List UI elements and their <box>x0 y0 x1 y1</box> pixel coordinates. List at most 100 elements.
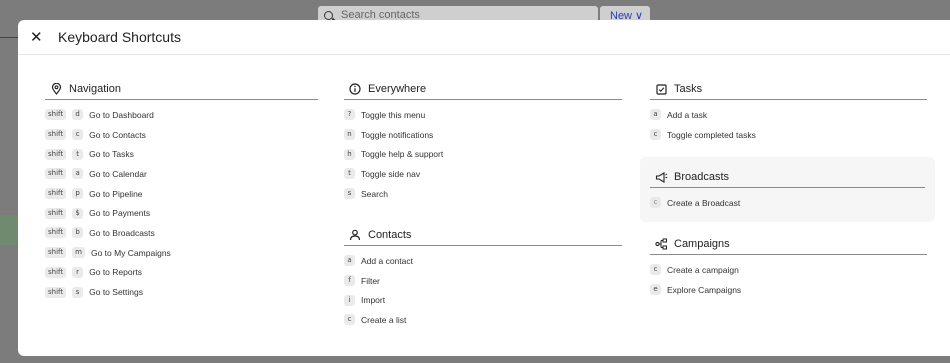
shortcut-key: shift <box>45 207 67 219</box>
contacts-title: Contacts <box>368 229 412 241</box>
keyboard-shortcuts-modal: ✕ Keyboard Shortcuts Navigation shift d Go… <box>18 20 950 356</box>
shortcut-label: Search <box>361 188 388 199</box>
megaphone-icon <box>654 170 668 184</box>
info-icon <box>348 82 362 96</box>
shortcut-key: p <box>72 188 84 200</box>
shortcut-key: shift <box>45 247 67 259</box>
shortcut-key: c <box>72 129 84 141</box>
campaigns-list: c Create a campaign e Explore Campaigns <box>650 255 927 299</box>
contacts-section: Contacts a Add a contact f Filter i Import c Cr… <box>344 225 622 330</box>
shortcut-key: shift <box>45 286 67 298</box>
shortcut-item[interactable]: shift b Go to Broadcasts <box>45 223 318 243</box>
contacts-list: a Add a contact f Filter i Import c Create a li… <box>344 246 622 330</box>
shortcut-item[interactable]: c Toggle completed tasks <box>650 125 927 145</box>
shortcut-label: Toggle completed tasks <box>667 129 756 140</box>
shortcut-key: shift <box>45 188 67 200</box>
shortcut-key: t <box>72 148 84 160</box>
shortcut-label: Go to My Campaigns <box>90 247 171 258</box>
shortcut-item[interactable]: s Search <box>344 184 622 204</box>
shortcut-item[interactable]: shift $ Go to Payments <box>45 203 318 223</box>
background-divider <box>0 37 18 38</box>
shortcut-label: Add a task <box>667 109 708 120</box>
shortcut-key: e <box>650 284 661 296</box>
shortcut-key: shift <box>45 227 67 239</box>
shortcut-item[interactable]: shift a Go to Calendar <box>45 164 318 184</box>
shortcut-item[interactable]: n Toggle notifications <box>344 125 622 145</box>
shortcut-label: Create a list <box>361 314 407 325</box>
shortcut-key: s <box>344 188 355 200</box>
flow-icon <box>654 237 668 251</box>
shortcut-item[interactable]: shift m Go to My Campaigns <box>45 243 318 263</box>
shortcut-label: Explore Campaigns <box>667 284 742 295</box>
shortcut-label: Import <box>361 295 386 306</box>
shortcut-item[interactable]: a Add a contact <box>344 251 622 271</box>
shortcut-key: shift <box>45 168 67 180</box>
shortcut-label: Go to Pipeline <box>89 188 143 199</box>
person-icon <box>348 228 362 242</box>
shortcut-key: b <box>72 227 84 239</box>
shortcut-item[interactable]: shift r Go to Reports <box>45 263 318 283</box>
navigation-list: shift d Go to Dashboard shift c Go to Contact… <box>45 100 318 302</box>
navigation-title: Navigation <box>69 83 121 95</box>
broadcasts-title: Broadcasts <box>674 171 730 183</box>
shortcut-label: Add a contact <box>361 255 413 266</box>
shortcut-label: Go to Tasks <box>89 149 134 160</box>
shortcut-key: a <box>650 109 661 121</box>
shortcut-key: s <box>72 286 84 298</box>
shortcut-key: d <box>72 109 84 121</box>
shortcut-item[interactable]: shift t Go to Tasks <box>45 144 318 164</box>
shortcut-item[interactable]: shift c Go to Contacts <box>45 125 318 145</box>
shortcut-label: Toggle side nav <box>361 168 421 179</box>
everywhere-section: Everywhere ? Toggle this menu n Toggle noti… <box>344 79 622 203</box>
shortcut-item[interactable]: shift d Go to Dashboard <box>45 105 318 125</box>
shortcut-label: Toggle help & support <box>361 149 444 160</box>
modal-header: ✕ Keyboard Shortcuts <box>18 20 950 55</box>
background-panel <box>0 215 18 245</box>
shortcut-label: Go to Payments <box>89 208 151 219</box>
shortcut-item[interactable]: shift s Go to Settings <box>45 282 318 302</box>
shortcut-key: shift <box>45 148 67 160</box>
close-icon[interactable]: ✕ <box>30 30 48 45</box>
shortcut-label: Toggle notifications <box>361 129 434 140</box>
location-pin-icon <box>49 82 63 96</box>
shortcut-key: c <box>650 264 661 276</box>
shortcut-key: a <box>344 255 355 267</box>
navigation-header: Navigation <box>45 79 318 100</box>
shortcut-item[interactable]: e Explore Campaigns <box>650 280 927 300</box>
broadcasts-list: c Create a Broadcast <box>650 188 925 213</box>
shortcut-label: Go to Dashboard <box>89 109 154 120</box>
tasks-title: Tasks <box>674 83 703 95</box>
shortcut-key: r <box>72 266 84 278</box>
tasks-section: Tasks a Add a task c Toggle completed tasks <box>650 79 927 144</box>
shortcut-item[interactable]: ? Toggle this menu <box>344 105 622 125</box>
contacts-header: Contacts <box>344 225 622 246</box>
shortcut-label: Go to Broadcasts <box>89 227 155 238</box>
shortcut-item[interactable]: c Create a campaign <box>650 260 927 280</box>
campaigns-title: Campaigns <box>674 238 730 250</box>
shortcut-key: f <box>344 275 355 287</box>
shortcut-item[interactable]: f Filter <box>344 271 622 291</box>
broadcasts-section: Broadcasts c Create a Broadcast <box>640 157 935 222</box>
shortcut-item[interactable]: c Create a list <box>344 310 622 330</box>
shortcut-item[interactable]: h Toggle help & support <box>344 144 622 164</box>
shortcut-item[interactable]: t Toggle side nav <box>344 164 622 184</box>
navigation-section: Navigation shift d Go to Dashboard shift c Go… <box>45 79 318 302</box>
shortcut-key: c <box>344 314 355 326</box>
shortcut-item[interactable]: shift p Go to Pipeline <box>45 184 318 204</box>
shortcut-key: h <box>344 148 355 160</box>
shortcut-key: i <box>344 294 355 306</box>
shortcut-key: m <box>72 247 85 259</box>
checkbox-icon <box>654 82 668 96</box>
everywhere-list: ? Toggle this menu n Toggle notifications h T… <box>344 100 622 203</box>
everywhere-header: Everywhere <box>344 79 622 100</box>
shortcut-key: n <box>344 129 355 141</box>
shortcut-label: Go to Contacts <box>89 129 146 140</box>
shortcut-item[interactable]: a Add a task <box>650 105 927 125</box>
shortcut-label: Go to Calendar <box>89 168 147 179</box>
shortcut-key: $ <box>72 207 84 219</box>
campaigns-header: Campaigns <box>650 234 927 255</box>
shortcut-key: a <box>72 168 84 180</box>
shortcut-item[interactable]: i Import <box>344 290 622 310</box>
broadcasts-header: Broadcasts <box>650 167 925 188</box>
shortcut-key: c <box>650 129 661 141</box>
